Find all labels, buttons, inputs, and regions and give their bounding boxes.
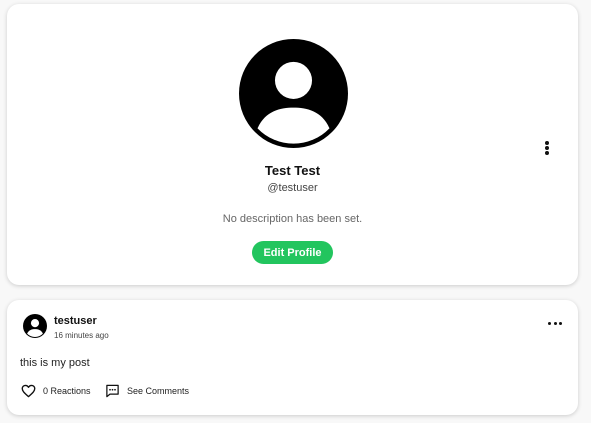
profile-menu-button[interactable] [544, 141, 550, 155]
heart-icon [21, 384, 36, 398]
horizontal-dots-icon [548, 322, 551, 325]
vertical-dots-icon [545, 141, 549, 145]
profile-name: Test Test [264, 163, 321, 178]
post-body: this is my post [20, 357, 90, 369]
profile-description: No description has been set. [222, 213, 363, 225]
reactions-button[interactable]: 0 Reactions [21, 384, 91, 398]
user-avatar-icon[interactable] [23, 314, 47, 338]
profile-handle: @testuser [267, 182, 318, 194]
comment-icon [106, 384, 119, 398]
comments-label: See Comments [127, 386, 190, 396]
post-card: testuser 16 minutes ago this is my post … [7, 300, 578, 415]
post-timestamp: 16 minutes ago [54, 331, 109, 340]
reactions-label: 0 Reactions [43, 386, 91, 396]
user-avatar-icon [239, 39, 348, 148]
post-menu-button[interactable] [548, 322, 562, 328]
post-username[interactable]: testuser [54, 315, 97, 327]
profile-card: Test Test @testuser No description has b… [7, 4, 578, 285]
edit-profile-button[interactable]: Edit Profile [252, 241, 333, 264]
see-comments-button[interactable]: See Comments [105, 384, 189, 398]
